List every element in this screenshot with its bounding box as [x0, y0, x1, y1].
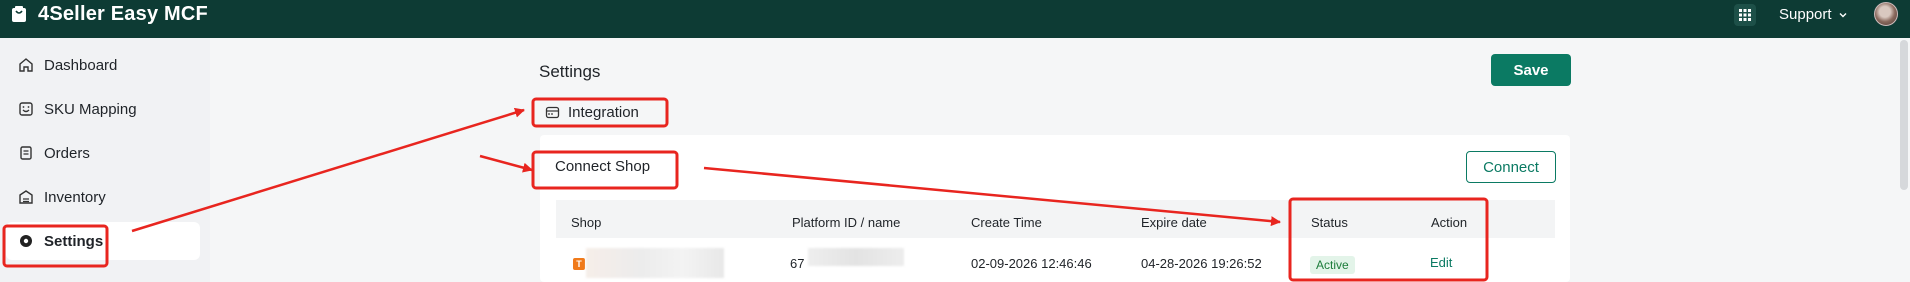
platform-name-redacted — [808, 248, 904, 266]
sidebar-item-label: Inventory — [44, 188, 106, 206]
column-header-shop: Shop — [571, 215, 602, 230]
expire-date-cell: 04-28-2026 19:26:52 — [1141, 256, 1262, 271]
store-icon — [545, 106, 560, 119]
sidebar-item-orders[interactable]: Orders — [6, 134, 200, 172]
column-header-expire-date: Expire date — [1141, 215, 1207, 230]
column-header-create-time: Create Time — [971, 215, 1042, 230]
sidebar-item-label: Settings — [44, 232, 104, 250]
save-button[interactable]: Save — [1491, 54, 1571, 86]
sidebar-item-label: Dashboard — [44, 56, 118, 74]
settings-icon — [20, 235, 32, 247]
inventory-icon — [19, 190, 33, 204]
scrollbar[interactable] — [1900, 40, 1908, 190]
integration-tab[interactable]: Integration — [545, 104, 639, 121]
home-icon — [19, 58, 33, 72]
avatar[interactable] — [1874, 2, 1898, 26]
sidebar-item-sku-mapping[interactable]: SKU Mapping — [6, 90, 200, 128]
page-title: Settings — [539, 62, 601, 81]
integration-label: Integration — [568, 104, 639, 121]
platform-badge: T — [573, 258, 585, 270]
shop-name-redacted — [586, 248, 724, 278]
column-header-platform-id: Platform ID / name — [792, 215, 901, 230]
app-title: 4Seller Easy MCF — [38, 3, 208, 25]
sidebar-item-label: SKU Mapping — [44, 100, 137, 118]
column-header-action: Action — [1431, 215, 1468, 230]
support-label: Support — [1779, 6, 1832, 23]
column-header-status: Status — [1311, 215, 1348, 230]
platform-id-cell: 67 — [790, 256, 805, 271]
sidebar: Dashboard SKU Mapping Orders Inventory S… — [0, 38, 210, 282]
table-header — [556, 200, 1555, 238]
support-menu[interactable]: Support — [1779, 6, 1848, 23]
chevron-down-icon — [1839, 12, 1847, 17]
sidebar-item-label: Orders — [44, 144, 90, 162]
connect-button[interactable]: Connect — [1466, 151, 1556, 183]
shopping-bag-icon — [12, 6, 26, 22]
grid-icon — [1739, 9, 1751, 21]
sidebar-item-settings[interactable]: Settings — [6, 222, 200, 260]
edit-link[interactable]: Edit — [1430, 255, 1452, 270]
sidebar-item-dashboard[interactable]: Dashboard — [6, 46, 200, 84]
create-time-cell: 02-09-2026 12:46:46 — [971, 256, 1092, 271]
orders-icon — [20, 146, 32, 160]
mapping-icon — [19, 102, 33, 116]
apps-button[interactable] — [1734, 4, 1756, 26]
connect-shop-title: Connect Shop — [555, 158, 651, 175]
sidebar-item-inventory[interactable]: Inventory — [6, 178, 200, 216]
status-badge: Active — [1310, 256, 1355, 274]
top-bar: 4Seller Easy MCF Support — [0, 0, 1910, 38]
